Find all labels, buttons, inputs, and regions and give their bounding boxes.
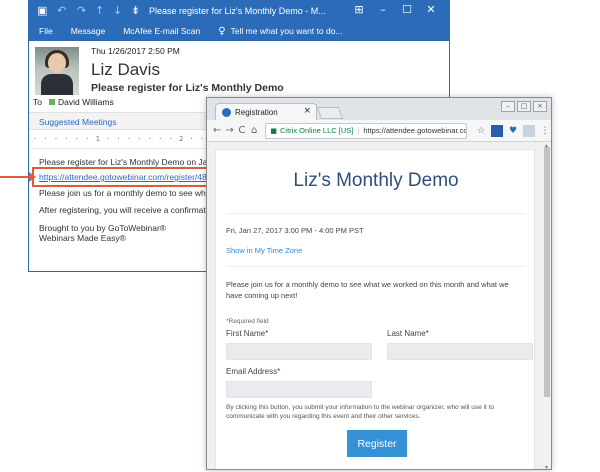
registration-card: Liz's Monthly Demo Fri, Jan 27, 2017 3:0… <box>215 149 535 469</box>
forward-arrow-icon[interactable]: → <box>223 125 235 136</box>
customize-toolbar-icon[interactable]: ⇟ <box>131 4 140 17</box>
sender-avatar[interactable] <box>35 47 79 95</box>
consent-text: By clicking this button, you submit your… <box>226 404 495 421</box>
email-label: Email Address* <box>226 367 281 376</box>
window-title: Please register for Liz's Monthly Demo -… <box>149 6 326 16</box>
register-button[interactable]: Register <box>347 430 407 457</box>
tab-title: Registration <box>235 107 278 117</box>
to-label: To <box>33 97 42 107</box>
new-tab-button[interactable] <box>316 107 344 119</box>
ribbon-display-icon[interactable]: ⊞ <box>347 3 371 16</box>
divider <box>226 213 526 214</box>
menu-kebab-icon[interactable]: ⋮ <box>539 125 551 137</box>
tell-me-box[interactable]: ♀ Tell me what you want to do... <box>218 26 342 37</box>
ribbon-tabs: File Message McAfee E-mail Scan ♀ Tell m… <box>29 21 449 41</box>
annotation-arrow <box>0 172 36 182</box>
tell-me-text: Tell me what you want to do... <box>230 26 343 36</box>
address-bar[interactable]: ■ Citrix Online LLC [US] | https://atten… <box>265 122 467 139</box>
extension-grid-icon[interactable] <box>523 124 535 137</box>
shield-extension-icon[interactable]: ♥ <box>507 125 519 137</box>
page-scrollbar[interactable]: ▲ ▼ <box>543 143 551 469</box>
scrollbar-thumb[interactable] <box>544 147 550 397</box>
message-subject: Please register for Liz's Monthly Demo <box>91 82 284 94</box>
required-field-note: *Required field <box>226 318 269 325</box>
url-text: https://attendee.gotowebinar.com/reg <box>363 126 467 135</box>
body-line-register: Please register for Liz's Monthly Demo o… <box>39 157 234 167</box>
link-highlight-box <box>32 167 210 187</box>
save-icon[interactable]: ▣ <box>37 4 47 17</box>
webinar-description: Please join us for a monthly demo to see… <box>226 280 509 300</box>
secure-origin-label: Citrix Online LLC [US] <box>280 126 354 135</box>
webinar-title: Liz's Monthly Demo <box>293 170 459 191</box>
gotowebinar-favicon-icon <box>222 107 231 117</box>
browser-tabbar: Registration × – □ × <box>207 98 551 120</box>
browser-minimize-button[interactable]: – <box>501 101 515 112</box>
message-header: Thu 1/26/2017 2:50 PM Liz Davis Please r… <box>29 41 449 105</box>
first-name-label: First Name* <box>226 329 269 338</box>
body-line-brought-by: Brought to you by GoToWebinar® <box>39 223 167 233</box>
lock-icon: ■ <box>270 126 277 135</box>
body-line-tagline: Webinars Made Easy® <box>39 233 126 243</box>
time-zone-link[interactable]: Show in My Time Zone <box>226 246 302 255</box>
first-name-field[interactable] <box>226 343 372 360</box>
scroll-down-icon[interactable]: ▼ <box>544 465 549 469</box>
close-button[interactable]: ✕ <box>419 3 443 16</box>
sent-date: Thu 1/26/2017 2:50 PM <box>91 46 180 56</box>
bookmark-star-icon[interactable]: ☆ <box>475 125 487 137</box>
tab-message[interactable]: Message <box>71 26 106 36</box>
divider <box>226 266 526 267</box>
down-arrow-icon[interactable]: ↓ <box>113 4 122 17</box>
home-icon[interactable]: ⌂ <box>248 125 260 136</box>
maximize-button[interactable]: ☐ <box>395 3 419 16</box>
last-name-label: Last Name* <box>387 329 429 338</box>
email-field[interactable] <box>226 381 372 398</box>
tab-file[interactable]: File <box>39 26 53 36</box>
sender-name[interactable]: Liz Davis <box>91 60 160 80</box>
browser-toolbar: ← → C ⌂ ■ Citrix Online LLC [US] | https… <box>207 120 551 142</box>
up-arrow-icon[interactable]: ↑ <box>95 4 104 17</box>
browser-maximize-button[interactable]: □ <box>517 101 531 112</box>
lightbulb-icon: ♀ <box>218 25 226 37</box>
redo-icon[interactable]: ↷ <box>77 4 86 17</box>
webinar-datetime: Fri, Jan 27, 2017 3:00 PM - 4:00 PM PST <box>226 226 364 235</box>
last-name-field[interactable] <box>387 343 533 360</box>
body-line-confirmation: After registering, you will receive a co… <box>39 205 232 215</box>
reload-icon[interactable]: C <box>236 125 248 136</box>
undo-icon[interactable]: ↶ <box>57 4 66 17</box>
page-viewport: Liz's Monthly Demo Fri, Jan 27, 2017 3:0… <box>207 143 545 469</box>
tab-mcafee-scan[interactable]: McAfee E-mail Scan <box>123 26 200 36</box>
back-arrow-icon[interactable]: ← <box>211 125 223 136</box>
outlook-titlebar: ▣ ↶ ↷ ↑ ↓ ⇟ Please register for Liz's Mo… <box>29 1 449 21</box>
tab-registration[interactable]: Registration × <box>215 103 317 120</box>
extension-icon[interactable] <box>491 124 503 137</box>
presence-icon <box>48 99 55 105</box>
browser-window: Registration × – □ × ← → C ⌂ ■ Citrix On… <box>206 97 552 470</box>
recipient-line: To David Williams <box>33 97 114 107</box>
tab-close-icon[interactable]: × <box>303 106 311 116</box>
browser-close-button[interactable]: × <box>533 101 547 112</box>
recipient-name[interactable]: David Williams <box>58 97 114 107</box>
minimize-button[interactable]: – <box>371 3 395 16</box>
